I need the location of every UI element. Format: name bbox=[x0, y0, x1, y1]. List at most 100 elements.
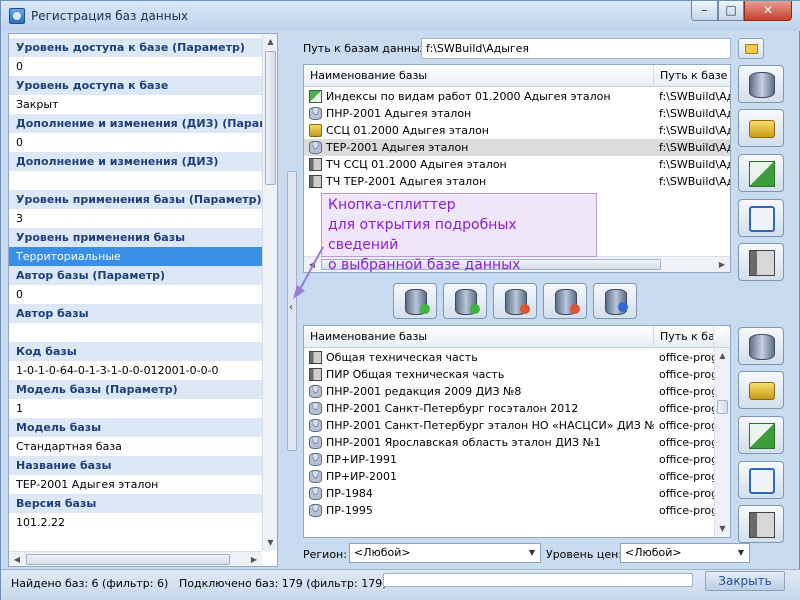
table-row[interactable]: ТЧ ТЕР-2001 Адыгея эталон f:\SWBuild\Ад bbox=[304, 173, 730, 190]
indices-database-button[interactable] bbox=[738, 416, 784, 454]
property-value[interactable] bbox=[9, 323, 262, 342]
scroll-thumb[interactable] bbox=[26, 554, 230, 565]
property-name[interactable]: Уровень доступа к базе (Параметр) bbox=[9, 38, 262, 57]
property-name[interactable]: Версия базы bbox=[9, 494, 262, 513]
database-name-cell: ПНР-2001 Адыгея эталон bbox=[326, 107, 472, 120]
maximize-button[interactable]: □ bbox=[718, 1, 744, 21]
chevron-left-icon: ‹ bbox=[289, 302, 293, 313]
table-row[interactable]: ПР+ИР-1991 office-prog bbox=[304, 451, 730, 468]
chart-icon bbox=[309, 90, 322, 103]
database-icon bbox=[309, 385, 322, 398]
property-name[interactable]: Модель базы (Параметр) bbox=[9, 380, 262, 399]
property-value[interactable]: 3 bbox=[9, 209, 262, 228]
window-title: Регистрация баз данных bbox=[31, 9, 189, 23]
properties-vertical-scrollbar[interactable]: ▲ ▼ bbox=[262, 34, 277, 551]
scroll-left-arrow-icon[interactable]: ◀ bbox=[9, 552, 25, 566]
property-value[interactable]: 101.2.22 bbox=[9, 513, 262, 532]
table-row[interactable]: ПНР-2001 редакция 2009 ДИЗ №8 office-prog bbox=[304, 383, 730, 400]
property-name[interactable]: Автор базы bbox=[9, 304, 262, 323]
database-name-cell: ПР-1984 bbox=[326, 487, 373, 500]
technical-part-button[interactable] bbox=[738, 505, 784, 543]
region-label: Регион: bbox=[303, 548, 347, 561]
connect-database-button[interactable] bbox=[393, 283, 437, 319]
hint-line: Кнопка-сплиттер bbox=[328, 197, 456, 213]
table-row[interactable]: Общая техническая часть office-prog bbox=[304, 349, 730, 366]
table-row[interactable]: ПНР-2001 Санкт-Петербург госэталон 2012 o… bbox=[304, 400, 730, 417]
chevron-down-icon[interactable]: ▼ bbox=[733, 544, 749, 562]
book-icon bbox=[309, 368, 322, 381]
property-value[interactable]: 0 bbox=[9, 133, 262, 152]
database-stack-icon bbox=[749, 72, 775, 98]
property-value[interactable]: ТЕР-2001 Адыгея эталон bbox=[9, 475, 262, 494]
technical-part-button[interactable] bbox=[738, 243, 784, 281]
scroll-thumb[interactable] bbox=[717, 400, 728, 414]
property-name[interactable]: Автор базы (Параметр) bbox=[9, 266, 262, 285]
scroll-right-arrow-icon[interactable]: ▶ bbox=[246, 552, 262, 566]
property-value[interactable]: Стандартная база bbox=[9, 437, 262, 456]
available-databases-grid: Наименование базы Путь к базе Общая техн… bbox=[303, 325, 731, 538]
column-header-name[interactable]: Наименование базы bbox=[304, 65, 654, 87]
table-row[interactable]: ССЦ 01.2000 Адыгея эталон f:\SWBuild\Ад bbox=[304, 122, 730, 139]
database-path-cell: f:\SWBuild\Ад bbox=[659, 158, 731, 171]
property-name[interactable]: Дополнение и изменения (ДИЗ) (Параме bbox=[9, 114, 262, 133]
grid-header: Наименование базы Путь к базе bbox=[304, 326, 730, 348]
property-value[interactable]: Закрыт bbox=[9, 95, 262, 114]
title-bar[interactable]: Регистрация баз данных – □ ✕ bbox=[1, 1, 800, 31]
disconnect-database-button[interactable] bbox=[493, 283, 537, 319]
database-user-button[interactable] bbox=[593, 283, 637, 319]
property-name[interactable]: Уровень применения базы bbox=[9, 228, 262, 247]
database-name-cell: ТЧ ТЕР-2001 Адыгея эталон bbox=[326, 175, 487, 188]
chevron-down-icon[interactable]: ▼ bbox=[524, 544, 540, 562]
scroll-thumb[interactable] bbox=[265, 51, 276, 185]
property-value[interactable]: Территориальные bbox=[9, 247, 262, 266]
property-name[interactable]: Уровень доступа к базе bbox=[9, 76, 262, 95]
property-name[interactable]: Дополнение и изменения (ДИЗ) bbox=[9, 152, 262, 171]
property-name[interactable]: Название базы bbox=[9, 456, 262, 475]
scroll-down-arrow-icon[interactable]: ▼ bbox=[263, 535, 277, 551]
close-button[interactable]: Закрыть bbox=[705, 571, 785, 591]
remove-database-button[interactable] bbox=[543, 283, 587, 319]
bottom-grid-vertical-scrollbar[interactable]: ▲ ▼ bbox=[714, 348, 730, 537]
table-row[interactable]: ПР-1995 office-prog bbox=[304, 502, 730, 519]
scroll-right-arrow-icon[interactable]: ▶ bbox=[714, 257, 730, 272]
property-value[interactable]: 0 bbox=[9, 57, 262, 76]
tc-database-button[interactable] bbox=[738, 461, 784, 499]
minimize-button[interactable]: – bbox=[691, 1, 718, 21]
region-select[interactable]: <Любой> ▼ bbox=[349, 543, 541, 563]
database-settings-button[interactable] bbox=[738, 65, 784, 103]
price-level-select[interactable]: <Любой> ▼ bbox=[620, 543, 750, 563]
table-row[interactable]: ПНР-2001 Санкт-Петербург эталон НО «НАСЦ… bbox=[304, 417, 730, 434]
table-row[interactable]: Индексы по видам работ 01.2000 Адыгея эт… bbox=[304, 88, 730, 105]
column-header-name[interactable]: Наименование базы bbox=[304, 326, 654, 348]
table-row[interactable]: ПНР-2001 Ярославская область эталон ДИЗ … bbox=[304, 434, 730, 451]
scroll-down-arrow-icon[interactable]: ▼ bbox=[715, 521, 730, 537]
property-value[interactable] bbox=[9, 171, 262, 190]
path-input[interactable]: f:\SWBuild\Адыгея bbox=[421, 38, 731, 59]
table-row[interactable]: ТЧ ССЦ 01.2000 Адыгея эталон f:\SWBuild\А… bbox=[304, 156, 731, 173]
table-row[interactable]: ПИР Общая техническая часть office-prog bbox=[304, 366, 730, 383]
property-value[interactable]: 0 bbox=[9, 285, 262, 304]
table-row[interactable]: ТЕР-2001 Адыгея эталон f:\SWBuild\Ад bbox=[304, 139, 730, 156]
indices-database-button[interactable] bbox=[738, 154, 784, 192]
property-value[interactable]: 1 bbox=[9, 399, 262, 418]
table-row[interactable]: ПР+ИР-2001 office-prog bbox=[304, 468, 730, 485]
properties-horizontal-scrollbar[interactable]: ◀ ▶ bbox=[9, 551, 262, 566]
close-window-button[interactable]: ✕ bbox=[744, 1, 792, 21]
property-name[interactable]: Уровень применения базы (Параметр) bbox=[9, 190, 262, 209]
property-name[interactable]: Модель базы bbox=[9, 418, 262, 437]
add-database-button[interactable] bbox=[443, 283, 487, 319]
price-database-button[interactable] bbox=[738, 371, 784, 409]
property-name[interactable]: Код базы bbox=[9, 342, 262, 361]
column-header-path[interactable]: Путь к базе bbox=[654, 65, 730, 87]
tc-database-button[interactable] bbox=[738, 199, 784, 237]
table-row[interactable]: ПР-1984 office-prog bbox=[304, 485, 730, 502]
scroll-up-arrow-icon[interactable]: ▲ bbox=[715, 348, 730, 364]
database-settings-button[interactable] bbox=[738, 327, 784, 365]
price-database-button[interactable] bbox=[738, 109, 784, 147]
property-value[interactable]: 1-0-1-0-64-0-1-3-1-0-0-012001-0-0-0 bbox=[9, 361, 262, 380]
scroll-up-arrow-icon[interactable]: ▲ bbox=[263, 34, 277, 50]
column-header-path[interactable]: Путь к базе bbox=[654, 326, 714, 348]
table-row[interactable]: ПНР-2001 Адыгея эталон f:\SWBuild\Ад bbox=[304, 105, 730, 122]
browse-folder-button[interactable] bbox=[738, 38, 764, 59]
splitter-button[interactable]: ‹ bbox=[287, 171, 297, 451]
